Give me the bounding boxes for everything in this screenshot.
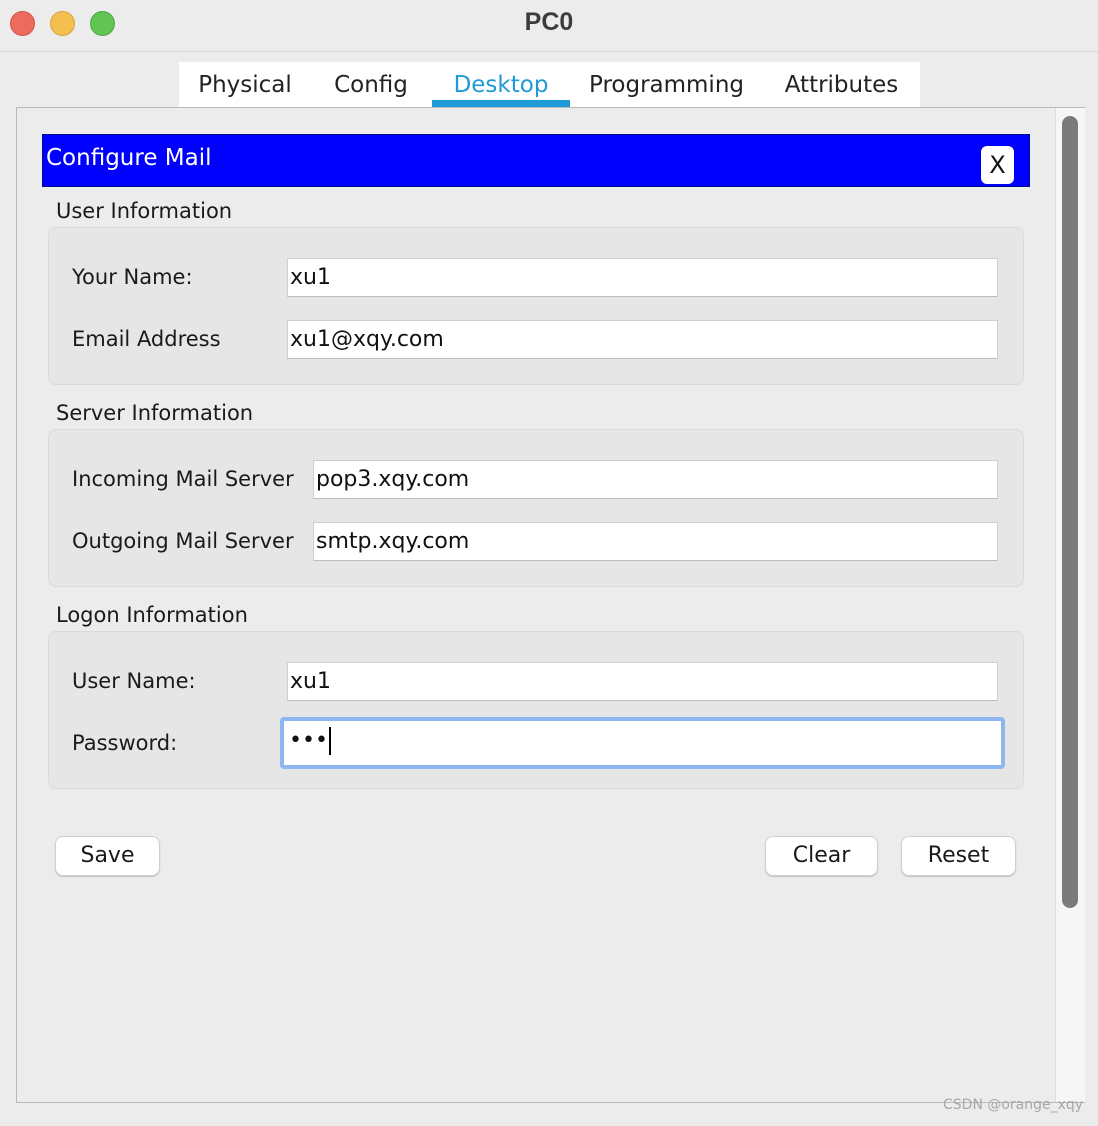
logon-information-heading: Logon Information bbox=[56, 603, 248, 627]
scrollbar-thumb[interactable] bbox=[1062, 116, 1078, 908]
outgoing-mail-server-label: Outgoing Mail Server bbox=[72, 529, 294, 553]
clear-button[interactable]: Clear bbox=[765, 836, 878, 876]
tab-programming[interactable]: Programming bbox=[579, 62, 754, 108]
title-bar: PC0 bbox=[0, 0, 1098, 52]
tab-config[interactable]: Config bbox=[311, 62, 431, 108]
tab-bar: Physical Config Desktop Programming Attr… bbox=[179, 62, 920, 108]
tab-attributes[interactable]: Attributes bbox=[769, 62, 914, 108]
text-caret bbox=[328, 727, 331, 755]
user-name-field[interactable]: xu1 bbox=[287, 662, 998, 701]
password-label: Password: bbox=[72, 731, 178, 755]
close-dialog-button[interactable]: X bbox=[981, 146, 1014, 184]
password-field[interactable]: ••• bbox=[280, 717, 1005, 769]
your-name-field[interactable]: xu1 bbox=[287, 258, 998, 297]
email-address-label: Email Address bbox=[72, 327, 221, 351]
password-masked-value: ••• bbox=[289, 728, 328, 753]
configure-mail-header: Configure Mail X bbox=[42, 134, 1030, 187]
outgoing-mail-server-field[interactable]: smtp.xqy.com bbox=[313, 522, 998, 561]
user-information-heading: User Information bbox=[56, 199, 233, 223]
save-button[interactable]: Save bbox=[55, 836, 160, 876]
incoming-mail-server-label: Incoming Mail Server bbox=[72, 467, 294, 491]
watermark: CSDN @orange_xqy bbox=[943, 1097, 1084, 1113]
user-information-group bbox=[48, 227, 1024, 385]
window-title: PC0 bbox=[524, 8, 574, 36]
reset-button[interactable]: Reset bbox=[901, 836, 1016, 876]
tab-desktop[interactable]: Desktop bbox=[432, 62, 570, 108]
email-address-field[interactable]: xu1@xqy.com bbox=[287, 320, 998, 359]
dialog-title: Configure Mail bbox=[46, 145, 212, 171]
server-information-heading: Server Information bbox=[56, 401, 254, 425]
user-name-label: User Name: bbox=[72, 669, 196, 693]
server-information-group bbox=[48, 429, 1024, 587]
incoming-mail-server-field[interactable]: pop3.xqy.com bbox=[313, 460, 998, 499]
your-name-label: Your Name: bbox=[72, 265, 193, 289]
tab-physical[interactable]: Physical bbox=[179, 62, 311, 108]
